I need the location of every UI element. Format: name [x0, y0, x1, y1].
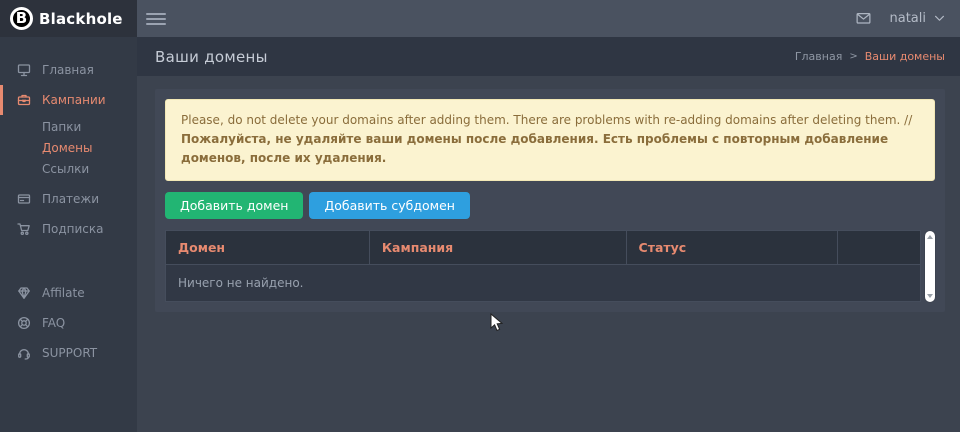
- scroll-down-icon[interactable]: [927, 294, 933, 298]
- menu-toggle-button[interactable]: [146, 10, 166, 28]
- domains-panel: Please, do not delete your domains after…: [155, 89, 945, 312]
- breadcrumb-separator-icon: >: [849, 51, 857, 62]
- domains-table: Домен Кампания Статус Ничего не найдено.: [165, 230, 921, 302]
- sidebar-item-label: FAQ: [42, 316, 65, 330]
- page-title-bar: Ваши домены Главная > Ваши домены: [137, 37, 960, 76]
- brand-logo[interactable]: B Blackhole: [0, 0, 137, 37]
- breadcrumb: Главная > Ваши домены: [795, 50, 945, 63]
- scroll-up-icon[interactable]: [927, 235, 933, 239]
- column-header-actions: [837, 230, 920, 264]
- gem-icon: [16, 285, 32, 301]
- brand-name: Blackhole: [39, 10, 123, 28]
- sidebar-item-label: Платежи: [42, 192, 99, 206]
- domains-table-area: Домен Кампания Статус Ничего не найдено.: [165, 230, 935, 302]
- headset-icon: [16, 345, 32, 361]
- wallet-icon: [16, 191, 32, 207]
- sidebar-item-label: Главная: [42, 63, 94, 77]
- sidebar: B Blackhole Главная Кампании Папки: [0, 0, 137, 432]
- sidebar-item-domains[interactable]: Домены: [0, 136, 137, 157]
- sidebar-item-campaigns[interactable]: Кампании: [0, 85, 137, 115]
- column-header-status[interactable]: Статус: [626, 230, 837, 264]
- brand-logo-icon: B: [10, 7, 33, 30]
- content-area: Please, do not delete your domains after…: [137, 76, 960, 432]
- breadcrumb-current: Ваши домены: [865, 50, 945, 63]
- warning-text-en: Please, do not delete your domains after…: [181, 113, 912, 127]
- sidebar-item-label: Подписка: [42, 222, 104, 236]
- user-menu[interactable]: natali: [890, 11, 946, 26]
- monitor-icon: [16, 62, 32, 78]
- page-title: Ваши домены: [155, 48, 268, 66]
- column-header-campaign[interactable]: Кампания: [369, 230, 626, 264]
- brand-logo-letter: B: [16, 9, 27, 27]
- briefcase-icon: [16, 92, 32, 108]
- sidebar-item-payments[interactable]: Платежи: [0, 184, 137, 214]
- empty-message: Ничего не найдено.: [166, 264, 921, 301]
- topbar-right: natali: [855, 11, 946, 26]
- table-header-row: Домен Кампания Статус: [166, 230, 921, 264]
- main-area: natali Ваши домены Главная > Ваши домены…: [137, 0, 960, 432]
- sidebar-item-label: Домены: [42, 141, 92, 155]
- sidebar-item-label: Папки: [42, 120, 81, 134]
- chevron-down-icon: [934, 15, 945, 22]
- top-navbar: natali: [137, 0, 960, 37]
- cart-icon: [16, 221, 32, 237]
- warning-alert: Please, do not delete your domains after…: [165, 99, 935, 181]
- username: natali: [890, 11, 927, 26]
- breadcrumb-home-link[interactable]: Главная: [795, 50, 843, 63]
- sidebar-item-label: Кампании: [42, 93, 106, 107]
- sidebar-menu: Главная Кампании Папки Домены Ссылки: [0, 37, 137, 368]
- lifebuoy-icon: [16, 315, 32, 331]
- envelope-icon: [855, 11, 872, 26]
- table-scrollbar[interactable]: [925, 231, 935, 302]
- sidebar-item-label: SUPPORT: [42, 346, 97, 360]
- sidebar-item-support[interactable]: SUPPORT: [0, 338, 137, 368]
- table-row-empty: Ничего не найдено.: [166, 264, 921, 301]
- sidebar-section-divider: [0, 244, 137, 278]
- add-domain-button[interactable]: Добавить домен: [165, 192, 303, 219]
- app-window: B Blackhole Главная Кампании Папки: [0, 0, 960, 432]
- sidebar-item-affiliate[interactable]: Affilate: [0, 278, 137, 308]
- sidebar-item-label: Ссылки: [42, 162, 89, 176]
- warning-text-ru: Пожалуйста, не удаляйте ваши домены посл…: [181, 132, 888, 165]
- sidebar-item-subscription[interactable]: Подписка: [0, 214, 137, 244]
- add-subdomain-button[interactable]: Добавить субдомен: [309, 192, 469, 219]
- toolbar: Добавить домен Добавить субдомен: [165, 192, 935, 219]
- sidebar-item-home[interactable]: Главная: [0, 55, 137, 85]
- sidebar-item-faq[interactable]: FAQ: [0, 308, 137, 338]
- sidebar-item-links[interactable]: Ссылки: [0, 157, 137, 178]
- column-header-domain[interactable]: Домен: [166, 230, 370, 264]
- sidebar-item-label: Affilate: [42, 286, 85, 300]
- messages-button[interactable]: [855, 11, 872, 26]
- sidebar-item-folders[interactable]: Папки: [0, 115, 137, 136]
